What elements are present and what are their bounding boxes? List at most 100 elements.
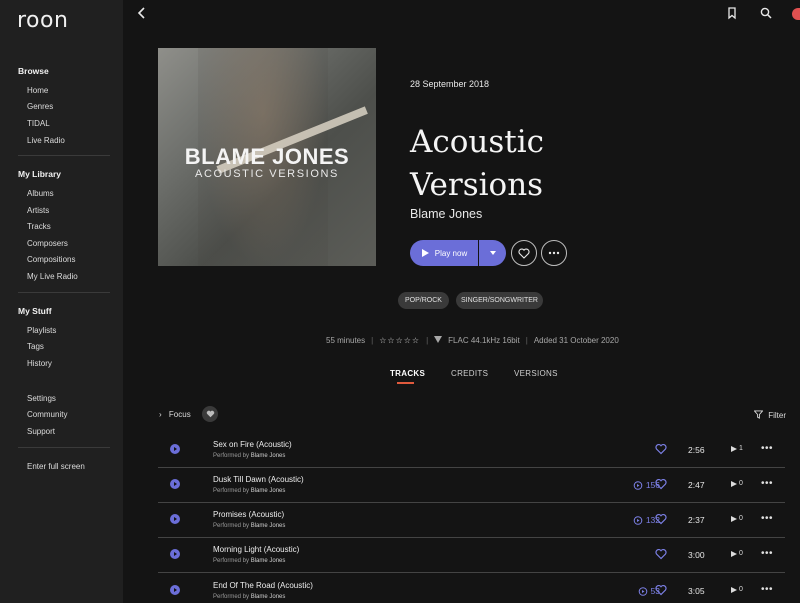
rating-stars[interactable]: ☆☆☆☆☆ <box>379 336 420 345</box>
track-more-button[interactable]: ••• <box>761 478 773 489</box>
avatar[interactable] <box>792 8 800 20</box>
track-title[interactable]: Dusk Till Dawn (Acoustic) <box>213 475 304 484</box>
track-more-button[interactable]: ••• <box>761 513 773 524</box>
sidebar-item-tags[interactable]: Tags <box>27 342 44 351</box>
genre-tag-singer-songwriter[interactable]: SINGER/SONGWRITER <box>456 292 543 309</box>
sidebar-item-artists[interactable]: Artists <box>27 206 49 215</box>
track-title[interactable]: End Of The Road (Acoustic) <box>213 581 313 590</box>
audio-format: FLAC 44.1kHz 16bit <box>448 336 520 345</box>
sidebar-item-genres[interactable]: Genres <box>27 102 53 111</box>
section-title-my-library: My Library <box>18 169 61 179</box>
play-small-icon <box>731 550 737 557</box>
section-title-browse: Browse <box>18 66 49 76</box>
play-track-icon[interactable] <box>170 479 180 489</box>
separator: | <box>371 336 374 345</box>
track-duration: 2:47 <box>688 480 705 490</box>
album-duration: 55 minutes <box>326 336 366 345</box>
track-performer: Performed by Blame Jones <box>213 558 286 564</box>
play-small-icon <box>731 515 737 522</box>
play-icon <box>421 249 429 257</box>
track-performer: Performed by Blame Jones <box>213 488 286 494</box>
play-options-dropdown[interactable] <box>479 240 506 266</box>
play-now-button[interactable]: Play now <box>410 240 478 266</box>
sidebar-item-tracks[interactable]: Tracks <box>27 222 51 231</box>
track-version-count[interactable]: 0 <box>731 480 743 487</box>
chevron-right-icon: › <box>159 410 162 419</box>
sidebar-item-compositions[interactable]: Compositions <box>27 255 75 264</box>
search-icon[interactable] <box>759 6 773 20</box>
album-metadata: 55 minutes | ☆☆☆☆☆ | FLAC 44.1kHz 16bit … <box>326 336 619 345</box>
play-track-icon[interactable] <box>170 514 180 524</box>
enter-full-screen-button[interactable]: Enter full screen <box>27 462 85 471</box>
popularity-icon <box>633 515 643 525</box>
genre-tag-pop-rock[interactable]: POP/ROCK <box>398 292 449 309</box>
filter-button[interactable]: Filter <box>753 410 786 420</box>
track-version-count[interactable]: 0 <box>731 550 743 557</box>
heart-icon <box>206 410 214 418</box>
album-title-line-2: Versions <box>410 167 544 203</box>
sidebar-item-settings[interactable]: Settings <box>27 394 56 403</box>
track-version-count[interactable]: 1 <box>731 445 743 452</box>
track-title[interactable]: Promises (Acoustic) <box>213 510 284 519</box>
separator: | <box>426 336 429 345</box>
more-options-button[interactable] <box>541 240 567 266</box>
sidebar-divider <box>18 292 110 293</box>
track-play-count: 132 <box>610 515 660 525</box>
heart-icon[interactable] <box>655 478 667 490</box>
tab-credits[interactable]: CREDITS <box>451 369 488 378</box>
album-artist-link[interactable]: Blame Jones <box>410 207 482 221</box>
bookmark-icon[interactable] <box>725 6 739 20</box>
track-title[interactable]: Sex on Fire (Acoustic) <box>213 440 292 449</box>
tab-tracks[interactable]: TRACKS <box>390 369 425 378</box>
track-duration: 2:56 <box>688 445 705 455</box>
play-track-icon[interactable] <box>170 444 180 454</box>
sidebar-item-composers[interactable]: Composers <box>27 239 68 248</box>
sidebar-item-support[interactable]: Support <box>27 427 55 436</box>
tab-versions[interactable]: VERSIONS <box>514 369 558 378</box>
sidebar-item-my-live-radio[interactable]: My Live Radio <box>27 272 78 281</box>
popularity-icon <box>633 480 643 490</box>
sidebar-item-community[interactable]: Community <box>27 410 67 419</box>
track-performer: Performed by Blame Jones <box>213 594 286 600</box>
track-more-button[interactable]: ••• <box>761 548 773 559</box>
play-now-label: Play now <box>434 248 468 258</box>
cover-title: BLAME JONES <box>184 144 350 169</box>
focus-button[interactable]: › Focus <box>159 410 191 419</box>
sidebar-divider <box>18 155 110 156</box>
play-track-icon[interactable] <box>170 549 180 559</box>
play-track-icon[interactable] <box>170 585 180 595</box>
track-version-count[interactable]: 0 <box>731 515 743 522</box>
signal-path-icon[interactable] <box>434 336 443 345</box>
heart-icon[interactable] <box>655 443 667 455</box>
sidebar-item-tidal[interactable]: TIDAL <box>27 119 50 128</box>
sidebar-item-albums[interactable]: Albums <box>27 189 54 198</box>
focus-favorites-button[interactable] <box>202 406 218 422</box>
album-title: Acoustic Versions <box>410 121 710 207</box>
heart-icon[interactable] <box>655 513 667 525</box>
track-row[interactable]: End Of The Road (Acoustic) Performed by … <box>158 574 785 603</box>
track-version-count[interactable]: 0 <box>731 586 743 593</box>
track-row[interactable]: Sex on Fire (Acoustic) Performed by Blam… <box>158 433 785 468</box>
track-more-button[interactable]: ••• <box>761 584 773 595</box>
track-duration: 2:37 <box>688 515 705 525</box>
sidebar-item-history[interactable]: History <box>27 359 52 368</box>
track-performer: Performed by Blame Jones <box>213 523 286 529</box>
track-duration: 3:00 <box>688 550 705 560</box>
track-row[interactable]: Promises (Acoustic) Performed by Blame J… <box>158 503 785 538</box>
roon-logo[interactable]: roon <box>17 8 68 33</box>
album-cover[interactable]: BLAME JONES ACOUSTIC VERSIONS <box>158 48 376 266</box>
active-tab-indicator <box>397 382 414 384</box>
track-row[interactable]: Morning Light (Acoustic) Performed by Bl… <box>158 538 785 573</box>
track-row[interactable]: Dusk Till Dawn (Acoustic) Performed by B… <box>158 468 785 503</box>
separator: | <box>525 336 528 345</box>
favorite-button[interactable] <box>511 240 537 266</box>
heart-icon[interactable] <box>655 584 667 596</box>
sidebar-item-home[interactable]: Home <box>27 86 48 95</box>
back-icon[interactable] <box>135 6 149 20</box>
play-small-icon <box>731 586 737 593</box>
sidebar-item-playlists[interactable]: Playlists <box>27 326 56 335</box>
heart-icon[interactable] <box>655 548 667 560</box>
track-title[interactable]: Morning Light (Acoustic) <box>213 545 299 554</box>
sidebar-item-live-radio[interactable]: Live Radio <box>27 136 65 145</box>
track-more-button[interactable]: ••• <box>761 443 773 454</box>
